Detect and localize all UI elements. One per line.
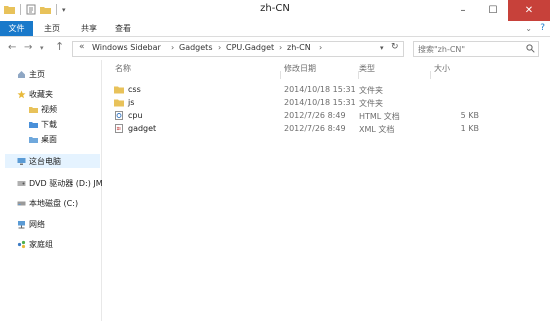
search-input[interactable] (414, 42, 522, 56)
nav-item-favorites[interactable]: 收藏夹 (17, 87, 53, 101)
address-bar[interactable]: « Windows Sidebar › Gadgets › CPU.Gadget… (72, 41, 404, 57)
chevron-right-icon[interactable]: › (279, 43, 282, 52)
nav-item-homegroup[interactable]: 家庭组 (17, 237, 53, 251)
file-type: XML 文档 (359, 125, 395, 134)
file-date: 2012/7/26 8:49 (284, 124, 346, 133)
column-header-type[interactable]: 类型 (359, 63, 375, 74)
folder-icon (29, 136, 38, 143)
nav-item-this-pc[interactable]: 这台电脑 (5, 154, 100, 168)
minimize-button[interactable]: – (448, 0, 478, 21)
nav-item-label: 桌面 (41, 134, 57, 144)
nav-item-desktop[interactable]: 桌面 (29, 132, 57, 146)
homegroup-icon (17, 240, 26, 248)
tab-view[interactable]: 查看 (111, 21, 135, 36)
breadcrumb-item[interactable]: Windows Sidebar (92, 43, 161, 52)
expand-ribbon-icon[interactable]: ⌄ (525, 24, 532, 33)
tab-home[interactable]: 主页 (40, 21, 64, 36)
title-bar: ▾ zh-CN – ☐ ✕ (0, 0, 550, 22)
tab-file[interactable]: 文件 (0, 21, 33, 36)
file-row[interactable]: gadget 2012/7/26 8:49 XML 文档 1 KB (104, 123, 544, 135)
search-icon[interactable] (526, 44, 535, 53)
nav-item-label: 收藏夹 (29, 89, 53, 99)
recent-locations-icon[interactable]: ▾ (40, 44, 44, 52)
nav-item-label: 主页 (29, 69, 45, 79)
nav-item-home[interactable]: 主页 (17, 67, 45, 81)
nav-item-label: 视频 (41, 104, 57, 114)
search-box[interactable] (413, 41, 539, 57)
column-divider[interactable] (430, 71, 431, 79)
dvd-icon (17, 180, 26, 186)
file-type: HTML 文档 (359, 112, 400, 121)
nav-item-label: 下载 (41, 119, 57, 129)
file-name: js (128, 98, 135, 107)
star-icon (17, 90, 26, 98)
back-button[interactable]: ← (8, 42, 16, 53)
help-icon[interactable]: ? (540, 23, 545, 33)
close-button[interactable]: ✕ (508, 0, 550, 21)
file-row[interactable]: css 2014/10/18 15:31 文件夹 (104, 84, 544, 96)
nav-item-dvd[interactable]: DVD 驱动器 (D:) JM (17, 176, 103, 190)
ribbon-tabs: 文件 主页 共享 查看 ⌄ ? (0, 21, 550, 37)
nav-item-downloads[interactable]: 下载 (29, 117, 57, 131)
computer-icon (17, 157, 26, 165)
address-overflow-icon[interactable]: « (79, 42, 85, 52)
file-date: 2014/10/18 15:31 (284, 98, 356, 107)
column-divider[interactable] (358, 71, 359, 79)
network-icon (18, 220, 25, 228)
file-name: cpu (128, 111, 143, 120)
file-row[interactable]: js 2014/10/18 15:31 文件夹 (104, 97, 544, 109)
column-header-size[interactable]: 大小 (434, 63, 450, 74)
nav-item-label: 网络 (29, 219, 45, 229)
folder-icon (114, 86, 124, 94)
drive-icon (17, 201, 26, 205)
nav-item-label: DVD 驱动器 (D:) JM (29, 178, 103, 188)
breadcrumb-item[interactable]: Gadgets (179, 43, 212, 52)
forward-button[interactable]: → (24, 42, 32, 53)
folder-icon (29, 121, 38, 128)
chevron-right-icon[interactable]: › (218, 43, 221, 52)
up-button[interactable]: ↑ (55, 40, 64, 53)
address-dropdown-icon[interactable]: ▾ (380, 44, 384, 52)
breadcrumb-item[interactable]: CPU.Gadget (226, 43, 274, 52)
maximize-button[interactable]: ☐ (478, 0, 508, 21)
chevron-right-icon[interactable]: › (171, 43, 174, 52)
file-name: css (128, 85, 141, 94)
refresh-icon[interactable]: ↻ (391, 42, 399, 52)
file-row[interactable]: cpu 2012/7/26 8:49 HTML 文档 5 KB (104, 110, 544, 122)
file-name: gadget (128, 124, 157, 133)
nav-item-videos[interactable]: 视频 (29, 102, 57, 116)
nav-item-network[interactable]: 网络 (17, 217, 45, 231)
nav-item-label: 本地磁盘 (C:) (29, 198, 79, 208)
address-row: ← → ▾ ↑ « Windows Sidebar › Gadgets › CP… (0, 37, 550, 59)
file-type: 文件夹 (359, 86, 383, 95)
breadcrumb-item[interactable]: zh-CN (287, 43, 311, 52)
home-icon (18, 70, 25, 78)
file-date: 2012/7/26 8:49 (284, 111, 346, 120)
folder-icon (114, 99, 124, 107)
tab-share[interactable]: 共享 (77, 21, 101, 36)
file-date: 2014/10/18 15:31 (284, 85, 356, 94)
navigation-pane: 主页 收藏夹 视频 下载 桌面 这台电脑 DVD 驱动器 (D:) JM 本地磁… (0, 60, 103, 321)
chevron-right-icon[interactable]: › (319, 43, 322, 52)
nav-item-label: 家庭组 (29, 239, 53, 249)
file-type: 文件夹 (359, 99, 383, 108)
nav-item-label: 这台电脑 (29, 156, 61, 166)
file-size: 5 KB (460, 111, 479, 120)
html-file-icon (115, 111, 123, 120)
file-size: 1 KB (460, 124, 479, 133)
column-header-date[interactable]: 修改日期 (284, 63, 316, 74)
nav-item-local-disk[interactable]: 本地磁盘 (C:) (17, 196, 78, 210)
xml-file-icon (115, 124, 123, 133)
folder-icon (29, 106, 38, 113)
window-controls: – ☐ ✕ (448, 0, 550, 21)
column-divider[interactable] (280, 71, 281, 79)
column-header-name[interactable]: 名称 (115, 63, 131, 74)
